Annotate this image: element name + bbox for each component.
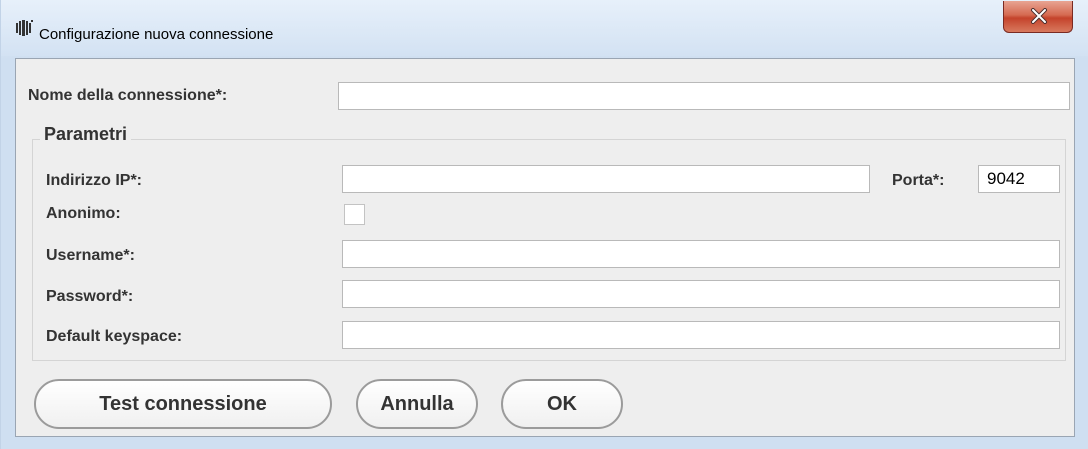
ok-button[interactable]: OK xyxy=(501,379,623,429)
port-label: Porta*: xyxy=(892,172,945,189)
parameters-group-title: Parametri xyxy=(40,123,132,145)
anonymous-checkbox[interactable] xyxy=(344,204,365,225)
password-label: Password*: xyxy=(46,288,134,305)
close-icon xyxy=(1031,8,1047,24)
password-input[interactable] xyxy=(342,280,1060,308)
anonymous-label: Anonimo: xyxy=(46,205,121,222)
username-label: Username*: xyxy=(46,247,135,264)
cancel-button[interactable]: Annulla xyxy=(356,379,478,429)
dialog-content: Nome della connessione*: Parametri Indir… xyxy=(15,58,1075,437)
connection-name-input[interactable] xyxy=(338,82,1070,110)
title-bar[interactable]: Configurazione nuova connessione xyxy=(1,0,1088,56)
dialog-window: Configurazione nuova connessione Nome de… xyxy=(0,0,1088,449)
default-keyspace-label: Default keyspace: xyxy=(46,328,183,345)
window-title: Configurazione nuova connessione xyxy=(39,26,274,43)
default-keyspace-input[interactable] xyxy=(342,321,1060,349)
app-icon xyxy=(15,19,33,37)
test-connection-button[interactable]: Test connessione xyxy=(34,379,332,429)
port-input[interactable]: 9042 xyxy=(978,165,1060,193)
connection-name-label: Nome della connessione*: xyxy=(28,87,228,104)
username-input[interactable] xyxy=(342,240,1060,268)
ip-address-label: Indirizzo IP*: xyxy=(46,172,142,189)
ip-address-input[interactable] xyxy=(342,165,870,193)
close-button[interactable] xyxy=(1003,1,1073,33)
